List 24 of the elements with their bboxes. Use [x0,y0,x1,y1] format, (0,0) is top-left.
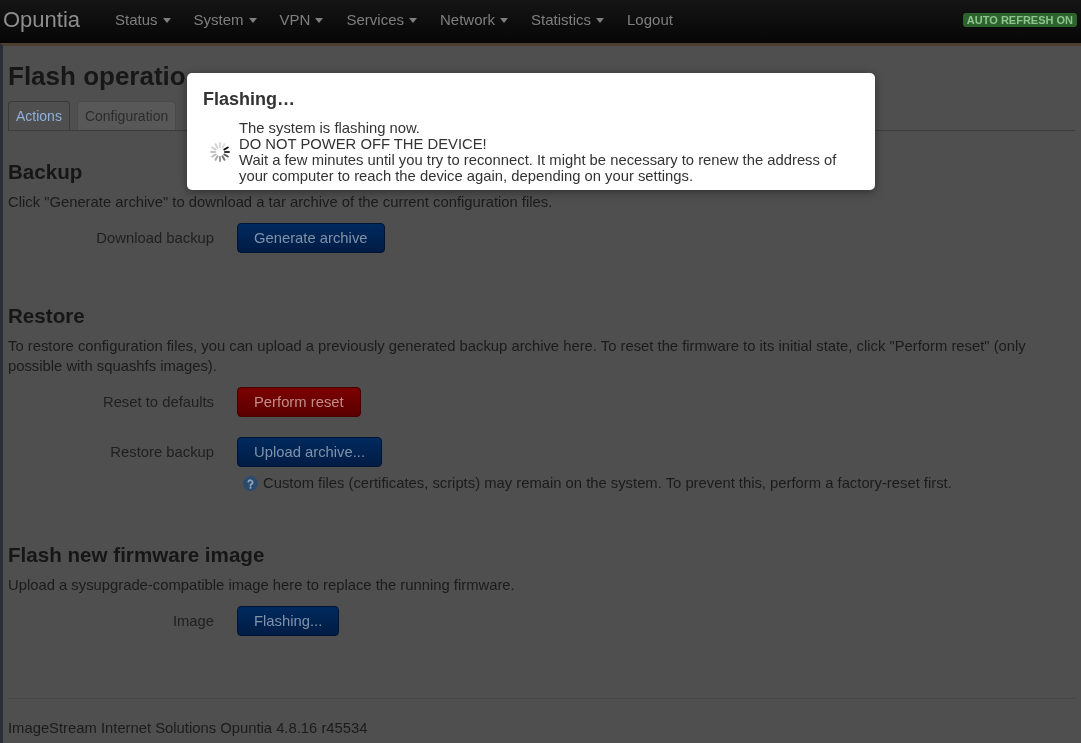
action-button[interactable]: Upload archive... [237,437,383,467]
menu-link[interactable]: Logout [627,10,673,30]
section-title: Flash new firmware image [8,543,265,567]
menu-dropdown[interactable]: Status [115,10,171,30]
action-button[interactable]: Flashing... [237,606,340,636]
menu-dropdown[interactable]: Services [346,10,417,30]
help-icon [243,475,258,491]
modal-text: Wait a few minutes until you try to reconnect. It might be necessary to renew the address of your computer to reach the device again, depending on your settings. [239,152,838,184]
brand-link[interactable]: Opuntia [3,7,81,33]
section-title: Backup [8,160,83,184]
auto-refresh-badge[interactable]: AUTO REFRESH ON [962,13,1077,27]
action-button[interactable]: Perform reset [237,387,361,417]
modal-text: The system is flashing now. [239,120,421,136]
menu-dropdown[interactable]: Statistics [531,10,604,30]
section-title: Restore [8,304,85,328]
modal-text: DO NOT POWER OFF THE DEVICE! [239,136,488,152]
modal-title: Flashing… [203,89,295,109]
spinner-icon [210,142,230,162]
menu-dropdown[interactable]: System [193,10,257,30]
menu-dropdown[interactable]: Network [440,10,508,30]
menu-dropdown[interactable]: VPN [279,10,324,30]
page-title: Flash operatio [8,61,186,91]
action-button[interactable]: Generate archive [237,223,385,253]
tab[interactable]: Actions [8,101,70,130]
